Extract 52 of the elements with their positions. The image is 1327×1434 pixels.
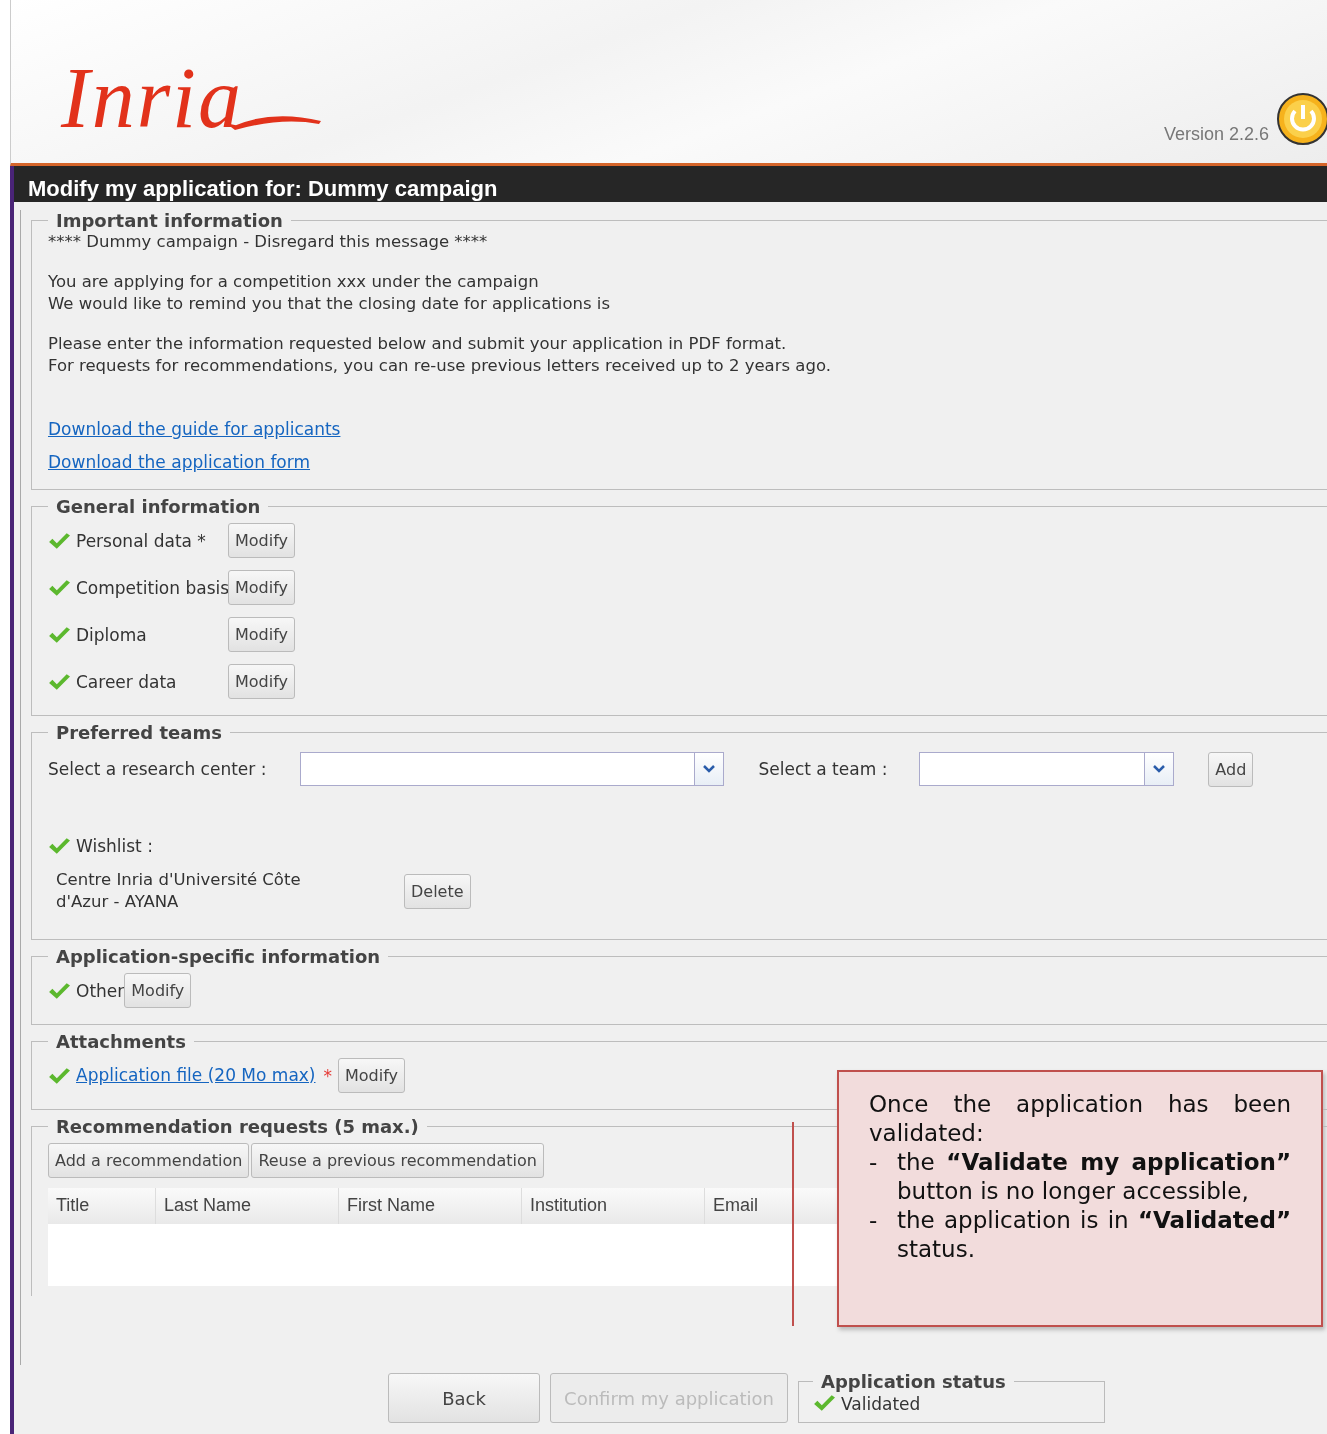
- field-label: Select a research center :: [48, 759, 267, 779]
- section-title: Recommendation requests (5 max.): [55, 1116, 420, 1137]
- info-text: You are applying for a competition xxx under the campaign: [48, 271, 540, 293]
- delete-button[interactable]: Delete: [404, 873, 471, 909]
- note-text: Once the application has been validated:: [869, 1090, 1291, 1148]
- caret-icon: [1144, 753, 1174, 785]
- logo: Inria: [61, 55, 243, 141]
- caret-icon: [694, 753, 724, 785]
- item-label: Career data: [76, 671, 178, 692]
- info-text: **** Dummy campaign - Disregard this message ****: [48, 231, 489, 253]
- column-header: Last Name: [156, 1188, 339, 1224]
- bullet-marker: -: [869, 1148, 879, 1177]
- section-title: Application-specific information: [55, 946, 382, 967]
- back-button[interactable]: Back: [388, 1373, 540, 1423]
- column-header: First Name: [339, 1188, 522, 1224]
- info-text: For requests for recommendations, you can re-use previous letters received up to 2 years ago.: [48, 355, 832, 377]
- modify-button[interactable]: Modify: [228, 617, 295, 652]
- dropdown-field[interactable]: [300, 752, 725, 786]
- wishlist-label: Wishlist :: [76, 836, 153, 856]
- info-text: We would like to remind you that the closing date for applications is: [48, 293, 611, 315]
- item-label: Diploma: [76, 624, 148, 645]
- version-label: Version 2.2.6: [1163, 124, 1269, 145]
- column-header: Title: [48, 1188, 156, 1224]
- info-text: Please enter the information requested below and submit your application in PDF format.: [48, 333, 788, 355]
- item-label: Competition basis: [76, 577, 228, 598]
- section-title: Important information: [55, 210, 284, 231]
- wishlist-entry: Centre Inria d'Université Côte d'Azur - AYANA: [56, 869, 302, 913]
- required-mark: *: [323, 1065, 332, 1086]
- column-header: Institution: [522, 1188, 705, 1224]
- page-title: Modify my application for: Dummy campaign: [28, 175, 498, 202]
- status-value: Validated: [841, 1394, 921, 1414]
- item-label: Personal data *: [76, 530, 207, 551]
- section-title: Application status: [820, 1371, 1007, 1392]
- modify-button[interactable]: Modify: [228, 523, 295, 558]
- add-button[interactable]: Add: [1208, 751, 1254, 787]
- power-icon[interactable]: [1275, 91, 1327, 147]
- modify-button[interactable]: Modify: [228, 664, 295, 699]
- download-link[interactable]: Download the guide for applicants: [48, 413, 1327, 446]
- dropdown-field[interactable]: [919, 752, 1175, 786]
- modify-button[interactable]: Modify: [228, 570, 295, 605]
- file-link[interactable]: Application file (20 Mo max): [76, 1059, 316, 1092]
- modify-button[interactable]: Modify: [124, 973, 192, 1008]
- section-title: Preferred teams: [55, 722, 223, 743]
- recommendation-button[interactable]: Add a recommendation: [48, 1143, 250, 1178]
- download-link[interactable]: Download the application form: [48, 446, 1327, 479]
- item-label: Other: [76, 980, 125, 1001]
- section-title: Attachments: [55, 1031, 187, 1052]
- field-label: Select a team :: [758, 759, 888, 779]
- recommendation-button[interactable]: Reuse a previous recommendation: [251, 1143, 544, 1178]
- section-title: General information: [55, 496, 262, 517]
- modify-button[interactable]: Modify: [338, 1058, 405, 1093]
- note-text: the application is in “Validated” status.: [897, 1206, 1291, 1264]
